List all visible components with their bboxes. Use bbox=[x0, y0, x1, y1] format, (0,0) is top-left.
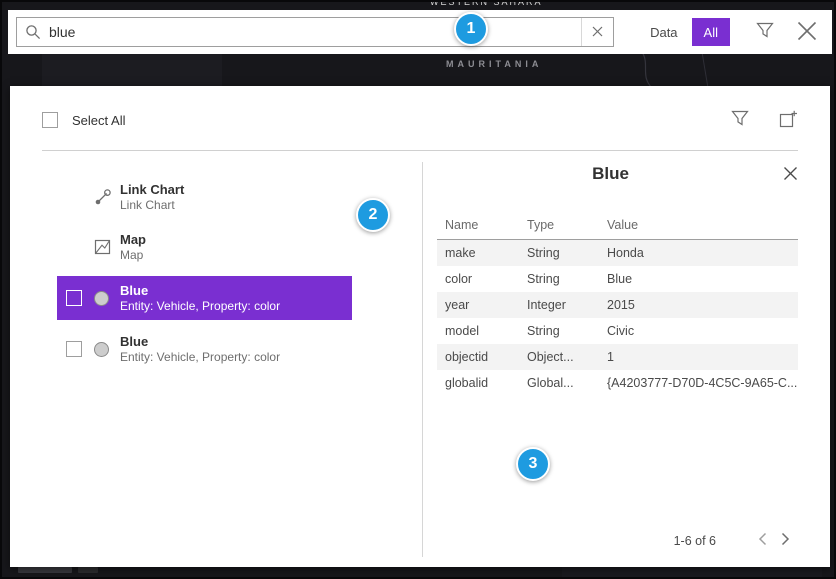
result-item-link-chart[interactable]: Link Chart Link Chart bbox=[57, 172, 357, 222]
table-row: model String Civic bbox=[437, 318, 798, 344]
cell-value: Blue bbox=[599, 272, 798, 286]
results-header: Select All bbox=[42, 110, 798, 130]
result-checkbox[interactable] bbox=[66, 290, 82, 306]
next-page-button[interactable] bbox=[781, 532, 790, 549]
clear-search-button[interactable] bbox=[581, 18, 613, 46]
cell-type: String bbox=[519, 272, 599, 286]
search-results-panel: Select All Link Char bbox=[10, 86, 830, 567]
close-icon bbox=[796, 20, 818, 45]
cell-value: 2015 bbox=[599, 298, 798, 312]
result-title: Blue bbox=[120, 283, 280, 299]
scope-data-button[interactable]: Data bbox=[636, 18, 691, 46]
search-bar: Data All bbox=[8, 10, 832, 54]
cell-name: model bbox=[437, 324, 519, 338]
previous-page-button[interactable] bbox=[758, 532, 767, 549]
result-subtitle: Entity: Vehicle, Property: color bbox=[120, 299, 280, 314]
details-pane: Blue Name Type Value make String Honda bbox=[423, 156, 798, 555]
map-icon bbox=[94, 238, 120, 256]
result-item-blue-selected[interactable]: Blue Entity: Vehicle, Property: color bbox=[57, 276, 352, 320]
result-item-map[interactable]: Map Map bbox=[57, 222, 357, 272]
close-search-button[interactable] bbox=[796, 20, 818, 45]
table-row: color String Blue bbox=[437, 266, 798, 292]
cell-name: year bbox=[437, 298, 519, 312]
add-selection-button[interactable] bbox=[779, 110, 798, 131]
table-header-row: Name Type Value bbox=[437, 210, 798, 240]
entity-icon bbox=[94, 342, 120, 357]
result-title: Blue bbox=[120, 334, 280, 350]
table-row: globalid Global... {A4203777-D70D-4C5C-9… bbox=[437, 370, 798, 396]
cell-type: Integer bbox=[519, 298, 599, 312]
result-subtitle: Link Chart bbox=[120, 198, 184, 213]
app-window: WESTERN SAHARA MAURITANIA Data All bbox=[0, 0, 836, 579]
column-header: Type bbox=[519, 218, 599, 232]
search-input[interactable] bbox=[49, 18, 581, 46]
cell-value: Honda bbox=[599, 246, 798, 260]
column-header: Value bbox=[599, 218, 798, 232]
clear-icon bbox=[592, 25, 603, 40]
table-row: make String Honda bbox=[437, 240, 798, 266]
search-box[interactable] bbox=[16, 17, 614, 47]
column-header: Name bbox=[437, 218, 519, 232]
map-attribution-text bbox=[18, 567, 72, 573]
cell-value: Civic bbox=[599, 324, 798, 338]
select-all-checkbox[interactable] bbox=[42, 112, 58, 128]
result-subtitle: Map bbox=[120, 248, 146, 263]
result-title: Link Chart bbox=[120, 182, 184, 198]
cell-value: {A4203777-D70D-4C5C-9A65-C... bbox=[599, 376, 798, 390]
header-divider bbox=[42, 150, 798, 151]
filter-icon bbox=[731, 110, 749, 130]
cell-name: make bbox=[437, 246, 519, 260]
add-selection-icon bbox=[779, 110, 798, 131]
link-chart-icon bbox=[94, 188, 120, 206]
result-item-blue[interactable]: Blue Entity: Vehicle, Property: color bbox=[57, 324, 357, 374]
close-icon bbox=[783, 166, 798, 184]
cell-type: Object... bbox=[519, 350, 599, 364]
filter-button[interactable] bbox=[756, 22, 774, 42]
cell-name: objectid bbox=[437, 350, 519, 364]
cell-type: Global... bbox=[519, 376, 599, 390]
details-title: Blue bbox=[423, 156, 798, 184]
table-row: objectid Object... 1 bbox=[437, 344, 798, 370]
result-title: Map bbox=[120, 232, 146, 248]
filter-icon bbox=[756, 22, 774, 42]
search-scope-toggle: Data All bbox=[636, 18, 730, 46]
annotation-badge-2: 2 bbox=[356, 198, 390, 232]
map-label-mauritania: MAURITANIA bbox=[446, 59, 542, 69]
details-header: Blue bbox=[423, 156, 798, 192]
cell-name: globalid bbox=[437, 376, 519, 390]
close-details-button[interactable] bbox=[783, 166, 798, 184]
result-checkbox[interactable] bbox=[66, 341, 82, 357]
attributes-table: Name Type Value make String Honda color … bbox=[437, 210, 798, 396]
result-subtitle: Entity: Vehicle, Property: color bbox=[120, 350, 280, 365]
filter-results-button[interactable] bbox=[731, 110, 749, 130]
select-all-label: Select All bbox=[72, 113, 125, 128]
cell-type: String bbox=[519, 324, 599, 338]
annotation-badge-3: 3 bbox=[516, 447, 550, 481]
entity-icon bbox=[94, 291, 120, 306]
chevron-left-icon bbox=[758, 532, 767, 549]
scope-all-button[interactable]: All bbox=[692, 18, 730, 46]
map-scale-text bbox=[78, 567, 98, 573]
annotation-badge-1: 1 bbox=[454, 12, 488, 46]
cell-type: String bbox=[519, 246, 599, 260]
pagination-label: 1-6 of 6 bbox=[674, 534, 716, 548]
chevron-right-icon bbox=[781, 532, 790, 549]
pagination: 1-6 of 6 bbox=[674, 532, 790, 549]
results-list: Link Chart Link Chart Map Map Blue bbox=[57, 172, 367, 374]
map-label-western-sahara: WESTERN SAHARA bbox=[430, 2, 580, 8]
table-row: year Integer 2015 bbox=[437, 292, 798, 318]
cell-value: 1 bbox=[599, 350, 798, 364]
search-icon bbox=[25, 24, 41, 40]
cell-name: color bbox=[437, 272, 519, 286]
